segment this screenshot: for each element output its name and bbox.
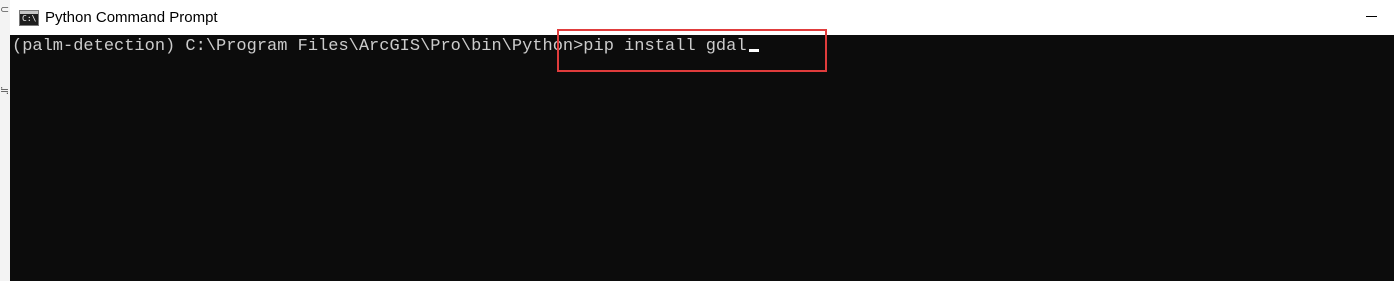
console-input-line[interactable]: (palm-detection) C:\Program Files\ArcGIS…	[12, 37, 759, 57]
cmd-icon: C:\	[19, 9, 39, 26]
minimize-button[interactable]	[1348, 0, 1394, 35]
background-window-glyph: ⊂	[0, 3, 10, 16]
console-command[interactable]: pip install gdal	[583, 37, 746, 56]
text-cursor	[748, 49, 759, 52]
cmd-icon-glyph: C:\	[22, 13, 37, 23]
title-bar[interactable]: C:\ Python Command Prompt	[10, 0, 1394, 35]
minimize-icon	[1366, 16, 1377, 17]
console-prompt: (palm-detection) C:\Program Files\ArcGIS…	[12, 37, 584, 56]
python-command-prompt-window: ⊂ ≒ C:\ Python Command Prompt (palm-dete…	[0, 0, 1394, 281]
background-window-glyph: ≒	[0, 84, 10, 97]
console-area[interactable]: (palm-detection) C:\Program Files\ArcGIS…	[10, 35, 1394, 281]
window-title: Python Command Prompt	[45, 9, 218, 26]
